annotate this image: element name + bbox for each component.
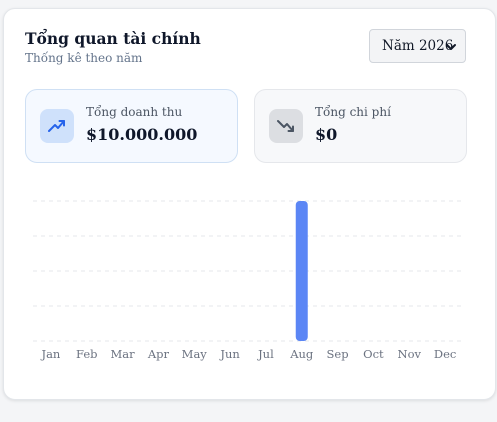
monthly-bar-chart: Jan Feb Mar Apr May Jun Jul Aug Sep Oct Nov Dec: [33, 200, 463, 361]
x-tick-jan: Jan: [40, 347, 60, 361]
x-tick-jul: Jul: [257, 347, 274, 361]
x-tick-may: May: [182, 347, 208, 361]
x-tick-nov: Nov: [398, 347, 422, 361]
x-tick-dec: Dec: [434, 347, 456, 361]
x-tick-jun: Jun: [219, 347, 240, 361]
x-tick-mar: Mar: [111, 347, 136, 361]
x-tick-oct: Oct: [363, 347, 384, 361]
x-tick-feb: Feb: [76, 347, 98, 361]
x-tick-sep: Sep: [327, 347, 349, 361]
x-tick-aug: Aug: [289, 347, 314, 361]
x-tick-apr: Apr: [147, 347, 170, 361]
bar-aug[interactable]: [295, 201, 308, 341]
